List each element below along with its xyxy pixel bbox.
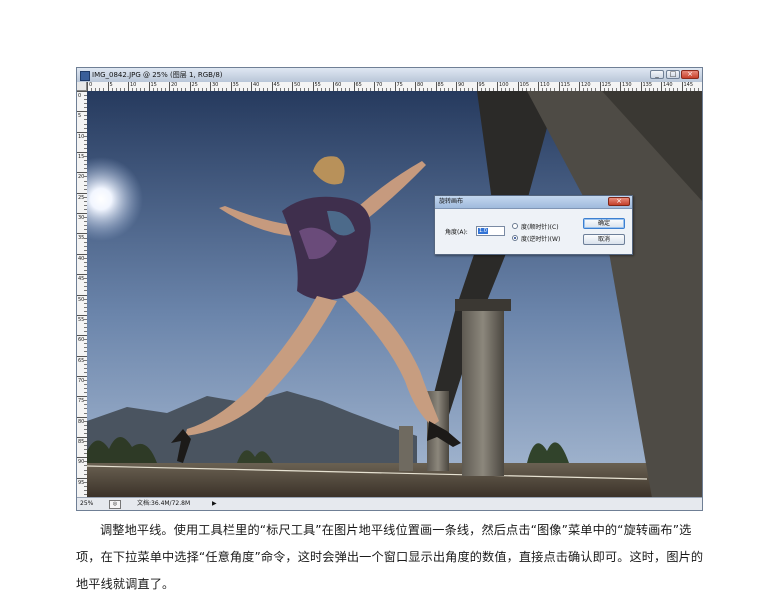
ruler-tick xyxy=(77,314,87,316)
dialog-titlebar[interactable]: 旋转画布 × xyxy=(435,196,632,209)
ruler-tick xyxy=(77,457,87,459)
close-button[interactable]: × xyxy=(681,70,699,79)
ruler-tick xyxy=(77,253,87,255)
photoshop-document-window: IMG_0842.JPG @ 25% (图层 1, RGB/8) _ □ × 0… xyxy=(76,67,703,511)
ok-button[interactable]: 确定 xyxy=(583,218,625,229)
ruler-tick xyxy=(77,396,87,398)
document-size-info: 文档:36.4M/72.8M xyxy=(137,500,191,507)
ruler-tick xyxy=(77,335,87,337)
ruler-tick-label: 0 xyxy=(78,93,82,99)
ruler-tick xyxy=(77,233,87,235)
angle-value: 1.0 xyxy=(478,228,488,234)
caption-paragraph: 调整地平线。使用工具栏里的“标尺工具”在图片地平线位置画一条线，然后点击“图像”… xyxy=(76,523,704,591)
ruler-tick xyxy=(107,82,109,91)
ruler-tick xyxy=(374,82,375,91)
minimize-button[interactable]: _ xyxy=(650,70,664,79)
ruler-tick xyxy=(558,82,560,91)
ruler-tick xyxy=(77,172,87,174)
ruler-tick xyxy=(77,294,87,296)
ruler-tick xyxy=(77,274,87,276)
ruler-tick xyxy=(77,416,87,418)
ruler-corner[interactable] xyxy=(77,82,87,91)
ruler-tick xyxy=(640,82,642,91)
zoom-level[interactable]: 25% xyxy=(80,498,93,510)
document-icon xyxy=(80,71,90,81)
ruler-tick xyxy=(435,82,437,91)
maximize-button[interactable]: □ xyxy=(666,70,680,79)
ruler-tick xyxy=(681,82,683,91)
ruler-tick-label: 5 xyxy=(78,113,82,120)
ruler-tick xyxy=(77,436,87,438)
ruler-tick xyxy=(497,82,498,91)
ruler-tick xyxy=(77,131,87,133)
dialog-close-button[interactable]: × xyxy=(608,197,630,206)
ruler-tick xyxy=(292,82,293,91)
ruler-tick xyxy=(77,477,87,479)
ruler-tick xyxy=(77,111,87,113)
ruler-tick xyxy=(77,355,87,357)
ruler-tick xyxy=(77,152,87,154)
status-menu-icon[interactable]: ◎ xyxy=(109,500,121,509)
angle-label: 角度(A): xyxy=(445,229,468,236)
ruler-tick xyxy=(210,82,211,91)
clockwise-radio[interactable] xyxy=(512,223,518,229)
ruler-tick xyxy=(77,91,87,92)
ruler-tick xyxy=(353,82,355,91)
ruler-tick xyxy=(230,82,232,91)
photo xyxy=(87,91,702,498)
ruler-tick xyxy=(599,82,601,91)
ruler-tick xyxy=(77,213,87,215)
ruler-tick xyxy=(87,82,88,91)
rotate-canvas-dialog: 旋转画布 × 角度(A): 1.0 度(顺时针)(C) 度(逆时针)(W) 确定… xyxy=(434,195,633,255)
ruler-tick xyxy=(77,375,87,377)
ruler-tick xyxy=(189,82,191,91)
ruler-tick xyxy=(169,82,170,91)
bridge-pillar xyxy=(462,306,504,476)
status-bar: 25% ◎ 文档:36.4M/72.8M ▶ xyxy=(77,497,702,510)
ruler-tick xyxy=(517,82,519,91)
angle-input[interactable]: 1.0 xyxy=(476,226,505,236)
ruler-tick xyxy=(251,82,252,91)
ruler-tick xyxy=(456,82,457,91)
ruler-tick xyxy=(312,82,314,91)
ruler-tick xyxy=(128,82,129,91)
ruler-tick xyxy=(538,82,539,91)
ruler-tick xyxy=(394,82,396,91)
counterclockwise-radio[interactable] xyxy=(512,235,518,241)
ruler-tick xyxy=(271,82,273,91)
ruler-tick xyxy=(148,82,150,91)
dialog-title: 旋转画布 xyxy=(439,198,464,205)
image-canvas[interactable] xyxy=(87,91,702,498)
clockwise-label: 度(顺时针)(C) xyxy=(521,224,559,231)
cancel-button[interactable]: 取消 xyxy=(583,234,625,245)
ruler-tick xyxy=(661,82,662,91)
counterclockwise-label: 度(逆时针)(W) xyxy=(521,236,561,243)
ruler-tick xyxy=(579,82,580,91)
ruler-tick xyxy=(77,192,87,194)
ruler-tick xyxy=(333,82,334,91)
window-title: IMG_0842.JPG @ 25% (图层 1, RGB/8) xyxy=(92,71,223,79)
ruler-tick xyxy=(476,82,478,91)
ruler-tick xyxy=(415,82,416,91)
status-arrow-icon[interactable]: ▶ xyxy=(212,498,217,510)
window-titlebar[interactable]: IMG_0842.JPG @ 25% (图层 1, RGB/8) _ □ × xyxy=(77,68,702,83)
ruler-tick xyxy=(620,82,621,91)
